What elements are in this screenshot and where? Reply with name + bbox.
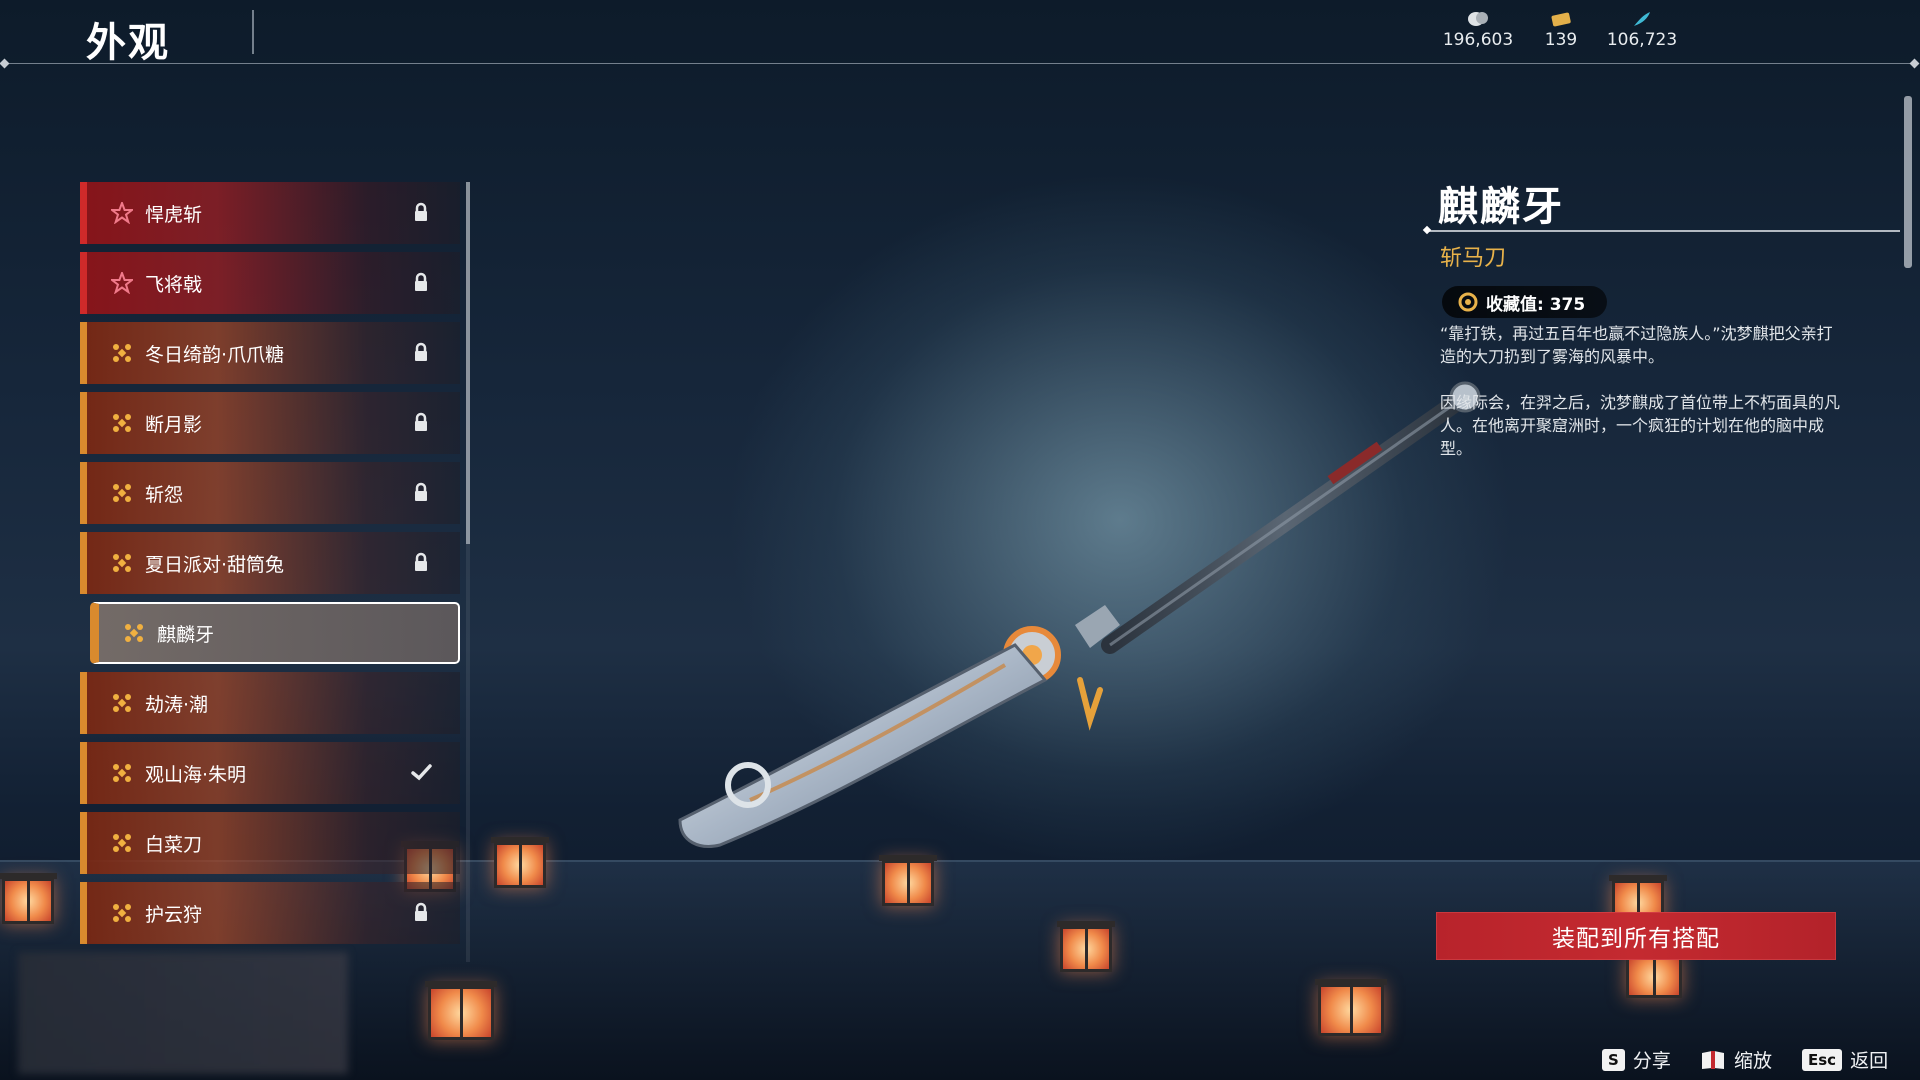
lore-paragraph-2: 因缘际会，在羿之后，沈梦麒成了首位带上不朽面具的凡人。在他离开聚窟洲时，一个疯狂… — [1440, 393, 1841, 458]
zoom-label: 缩放 — [1734, 1050, 1773, 1072]
skin-name: 麒麟牙 — [157, 623, 215, 646]
lantern-decoration — [1623, 951, 1685, 998]
gold-emblem-icon — [111, 692, 133, 714]
back-hint[interactable]: Esc 返回 — [1802, 1046, 1888, 1073]
lock-icon — [410, 271, 432, 293]
lore-paragraph-1: “靠打铁，再过五百年也赢不过隐族人。”沈梦麒把父亲打造的大刀扔到了雾海的风暴中。 — [1440, 324, 1833, 366]
key-s: S — [1602, 1048, 1625, 1071]
lantern-decoration — [491, 837, 549, 888]
top-bar: 外观 196,603 139 106,723 — [0, 0, 1920, 69]
skin-name: 飞将戟 — [145, 273, 203, 296]
feather-icon — [1634, 12, 1650, 26]
divider-end-ornament — [1909, 58, 1920, 69]
skin-list-item[interactable]: 冬日绮韵·爪爪糖 — [80, 322, 460, 384]
gold-emblem-icon — [111, 342, 133, 364]
weapon-type: 斩马刀 — [1440, 246, 1507, 271]
lock-icon — [410, 901, 432, 923]
gold-emblem-icon — [111, 552, 133, 574]
skin-list-item[interactable]: 劫涛·潮 — [80, 672, 460, 734]
detail-scrollbar[interactable] — [1904, 96, 1912, 268]
weapon-name-divider — [1426, 230, 1900, 232]
key-esc: Esc — [1802, 1048, 1843, 1071]
skin-list-item[interactable]: 断月影 — [80, 392, 460, 454]
lantern-decoration — [1057, 921, 1115, 972]
share-hint[interactable]: S 分享 — [1602, 1046, 1671, 1073]
check-icon — [410, 761, 432, 783]
collection-value-badge: 收藏值: 375 — [1442, 286, 1608, 318]
gold-emblem-icon — [111, 832, 133, 854]
skin-name: 护云狩 — [145, 903, 203, 926]
skin-list-item[interactable]: 夏日派对·甜筒兔 — [80, 532, 460, 594]
skin-name: 冬日绮韵·爪爪糖 — [145, 343, 285, 366]
share-label: 分享 — [1632, 1050, 1671, 1072]
skin-list: 悍虎斩飞将戟冬日绮韵·爪爪糖 断月影斩怨夏日派对·甜筒兔麒麟牙劫涛·潮观山海·朱明… — [80, 182, 460, 952]
skin-list-item[interactable]: 悍虎斩 — [80, 182, 460, 244]
lock-icon — [410, 551, 432, 573]
header-divider — [6, 63, 1914, 64]
weapon-illustration[interactable] — [660, 380, 1490, 860]
gold-emblem-icon — [111, 762, 133, 784]
red-star-icon — [109, 270, 135, 295]
title-divider — [252, 10, 254, 54]
skin-list-item[interactable]: 麒麟牙 — [90, 602, 460, 664]
skin-list-item[interactable]: 护云狩 — [80, 882, 460, 944]
list-scrollbar-thumb[interactable] — [466, 182, 470, 544]
skin-name: 斩怨 — [145, 483, 184, 506]
ticket-icon — [1551, 12, 1571, 27]
back-label: 返回 — [1850, 1050, 1889, 1072]
skin-list-item[interactable]: 观山海·朱明 — [80, 742, 460, 804]
skin-name: 夏日派对·甜筒兔 — [145, 553, 285, 576]
currency-tickets: 139 — [1536, 10, 1586, 50]
skin-list-item[interactable]: 白菜刀 — [80, 812, 460, 874]
currency-coins-value: 196,603 — [1442, 30, 1514, 50]
gold-emblem-icon — [111, 412, 133, 434]
currency-feathers: 106,723 — [1604, 10, 1680, 50]
page-title: 外观 — [86, 20, 170, 66]
skin-name: 悍虎斩 — [145, 203, 203, 226]
currency-coins: 196,603 — [1440, 10, 1516, 50]
equip-all-loadouts-button[interactable]: 装配到所有搭配 — [1436, 912, 1836, 960]
lock-icon — [410, 411, 432, 433]
gold-emblem-icon — [123, 622, 145, 644]
currency-tickets-value: 139 — [1544, 30, 1578, 50]
divider-end-ornament — [0, 58, 10, 69]
gold-emblem-icon — [111, 482, 133, 504]
skin-name: 观山海·朱明 — [145, 763, 247, 786]
lantern-decoration — [1315, 979, 1387, 1036]
lock-icon — [410, 481, 432, 503]
blurred-region — [18, 952, 348, 1074]
skin-name: 劫涛·潮 — [145, 693, 209, 716]
lantern-decoration — [425, 981, 497, 1040]
book-icon — [1702, 1050, 1724, 1069]
skin-name: 断月影 — [145, 413, 203, 436]
lantern-decoration — [879, 855, 937, 906]
skin-list-item[interactable]: 斩怨 — [80, 462, 460, 524]
skin-name: 白菜刀 — [145, 833, 203, 856]
weapon-name: 麒麟牙 — [1438, 184, 1564, 230]
currency-feathers-value: 106,723 — [1606, 30, 1678, 50]
lock-icon — [410, 341, 432, 363]
skin-list-item[interactable]: 飞将戟 — [80, 252, 460, 314]
lantern-decoration — [0, 873, 57, 924]
zoom-hint[interactable]: 缩放 — [1700, 1046, 1772, 1073]
coin-icon — [1468, 12, 1488, 26]
collection-icon — [1458, 292, 1478, 312]
red-star-icon — [109, 200, 135, 225]
collection-value: 收藏值: 375 — [1486, 294, 1586, 315]
gold-emblem-icon — [111, 902, 133, 924]
lock-icon — [410, 201, 432, 223]
